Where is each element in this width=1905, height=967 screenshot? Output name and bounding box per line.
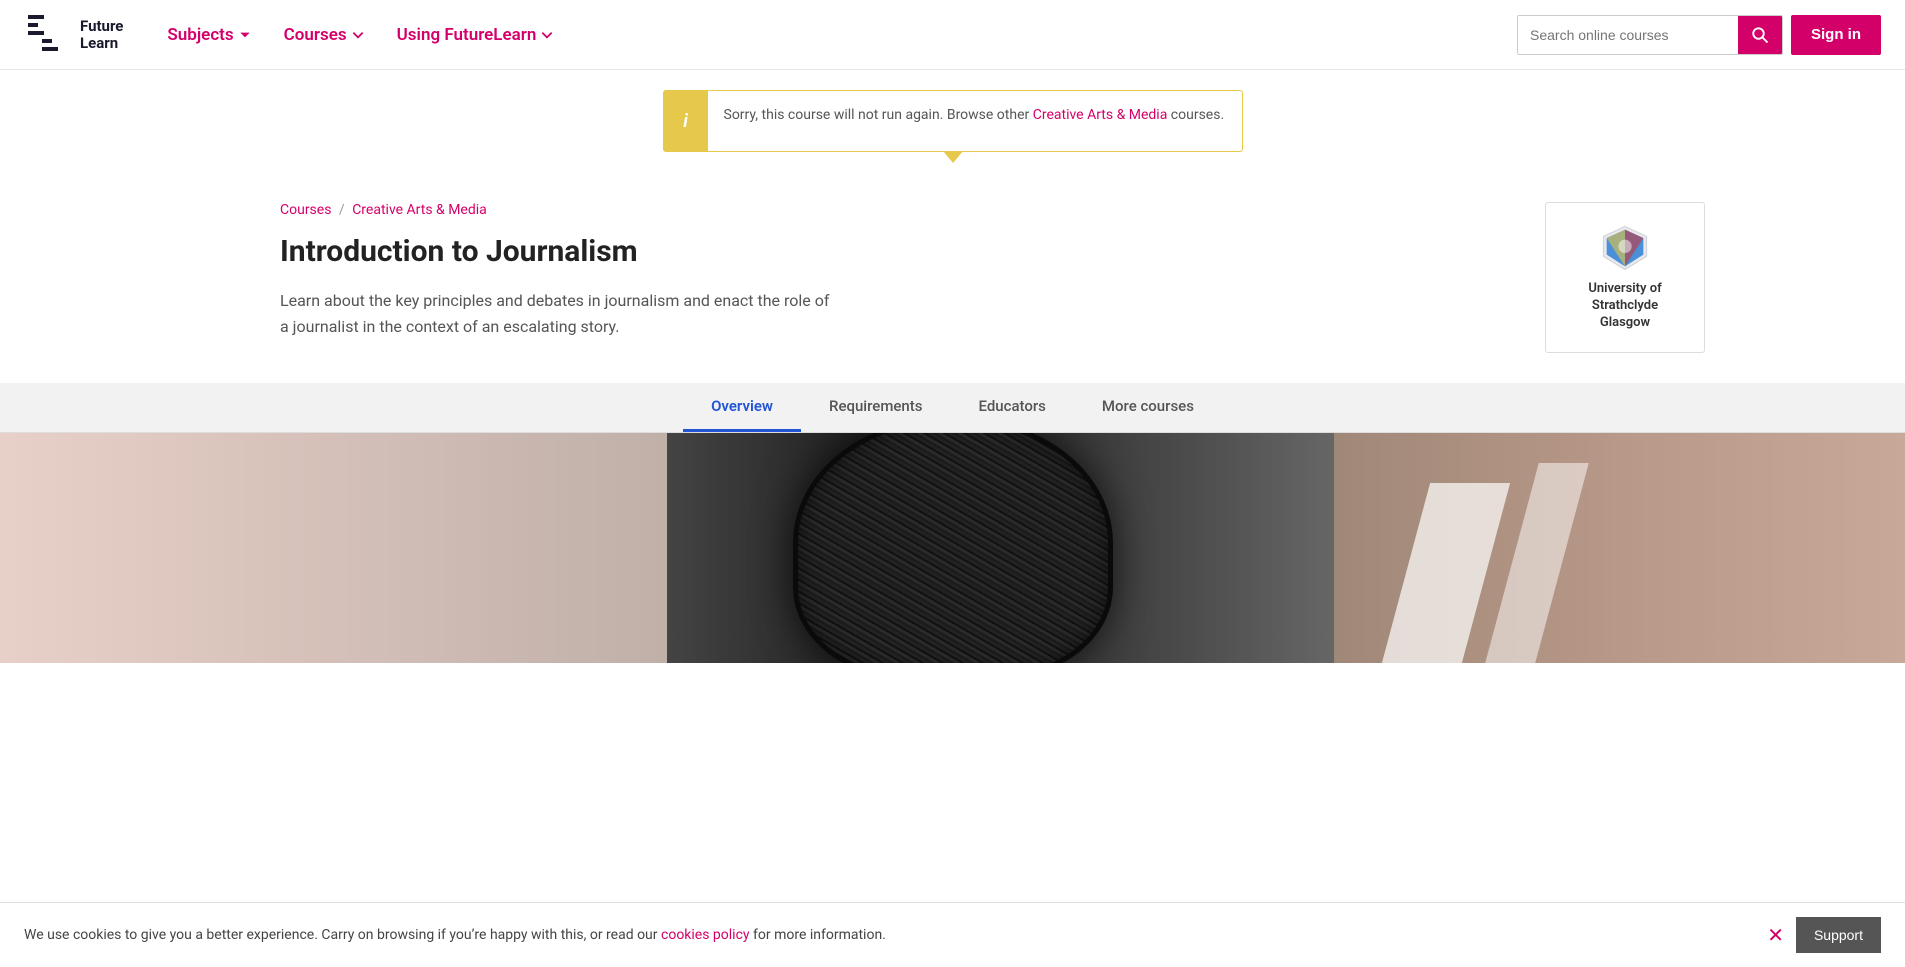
signin-button[interactable]: Sign in	[1791, 15, 1881, 55]
hero-image	[0, 433, 1905, 663]
breadcrumb-category[interactable]: Creative Arts & Media	[352, 202, 487, 218]
course-title: Introduction to Journalism	[280, 234, 930, 270]
course-header: Courses / Creative Arts & Media Introduc…	[0, 162, 1905, 383]
futurelearn-logo-icon	[24, 11, 72, 59]
nav-courses[interactable]: Courses	[272, 17, 377, 53]
course-description: Learn about the key principles and debat…	[280, 288, 840, 339]
nav-subjects[interactable]: Subjects	[155, 17, 263, 53]
search-button[interactable]	[1738, 15, 1782, 55]
breadcrumb: Courses / Creative Arts & Media	[280, 202, 930, 218]
alert-link[interactable]: Creative Arts & Media	[1033, 107, 1168, 123]
alert-message: Sorry, this course will not run again. B…	[708, 91, 1241, 140]
university-logo	[1600, 223, 1650, 273]
cookie-banner: We use cookies to give you a better expe…	[0, 902, 1905, 967]
nav-using-futurelearn[interactable]: Using FutureLearn	[385, 17, 567, 53]
search-input[interactable]	[1518, 16, 1738, 54]
chevron-down-icon	[238, 28, 252, 42]
tab-more-courses[interactable]: More courses	[1074, 383, 1222, 432]
tab-requirements[interactable]: Requirements	[801, 383, 951, 432]
cookie-text: We use cookies to give you a better expe…	[24, 927, 1755, 943]
alert-pointer	[943, 151, 963, 163]
university-name: University ofStrathclydeGlasgow	[1588, 281, 1661, 332]
logo[interactable]: Future Learn	[24, 11, 123, 59]
alert-box: i Sorry, this course will not run again.…	[663, 90, 1243, 152]
tabs-bar: Overview Requirements Educators More cou…	[0, 383, 1905, 433]
navigation: Future Learn Subjects Courses Using Futu…	[0, 0, 1905, 70]
breadcrumb-courses[interactable]: Courses	[280, 202, 331, 218]
university-logo-box: University ofStrathclydeGlasgow	[1545, 202, 1705, 353]
chevron-down-icon	[351, 28, 365, 42]
chevron-down-icon	[540, 28, 554, 42]
search-bar	[1517, 15, 1783, 55]
course-info: Courses / Creative Arts & Media Introduc…	[280, 202, 930, 339]
logo-text: Future Learn	[80, 18, 123, 51]
cookie-close-button[interactable]: ✕	[1755, 923, 1796, 948]
nav-links: Subjects Courses Using FutureLearn	[155, 17, 1517, 53]
search-icon	[1751, 26, 1769, 44]
alert-section: i Sorry, this course will not run again.…	[0, 70, 1905, 162]
cookie-policy-link[interactable]: cookies policy	[661, 927, 750, 943]
alert-icon: i	[664, 91, 708, 151]
nav-right: Sign in	[1517, 15, 1881, 55]
support-button[interactable]: Support	[1796, 917, 1881, 953]
tab-educators[interactable]: Educators	[951, 383, 1074, 432]
tab-overview[interactable]: Overview	[683, 383, 801, 432]
